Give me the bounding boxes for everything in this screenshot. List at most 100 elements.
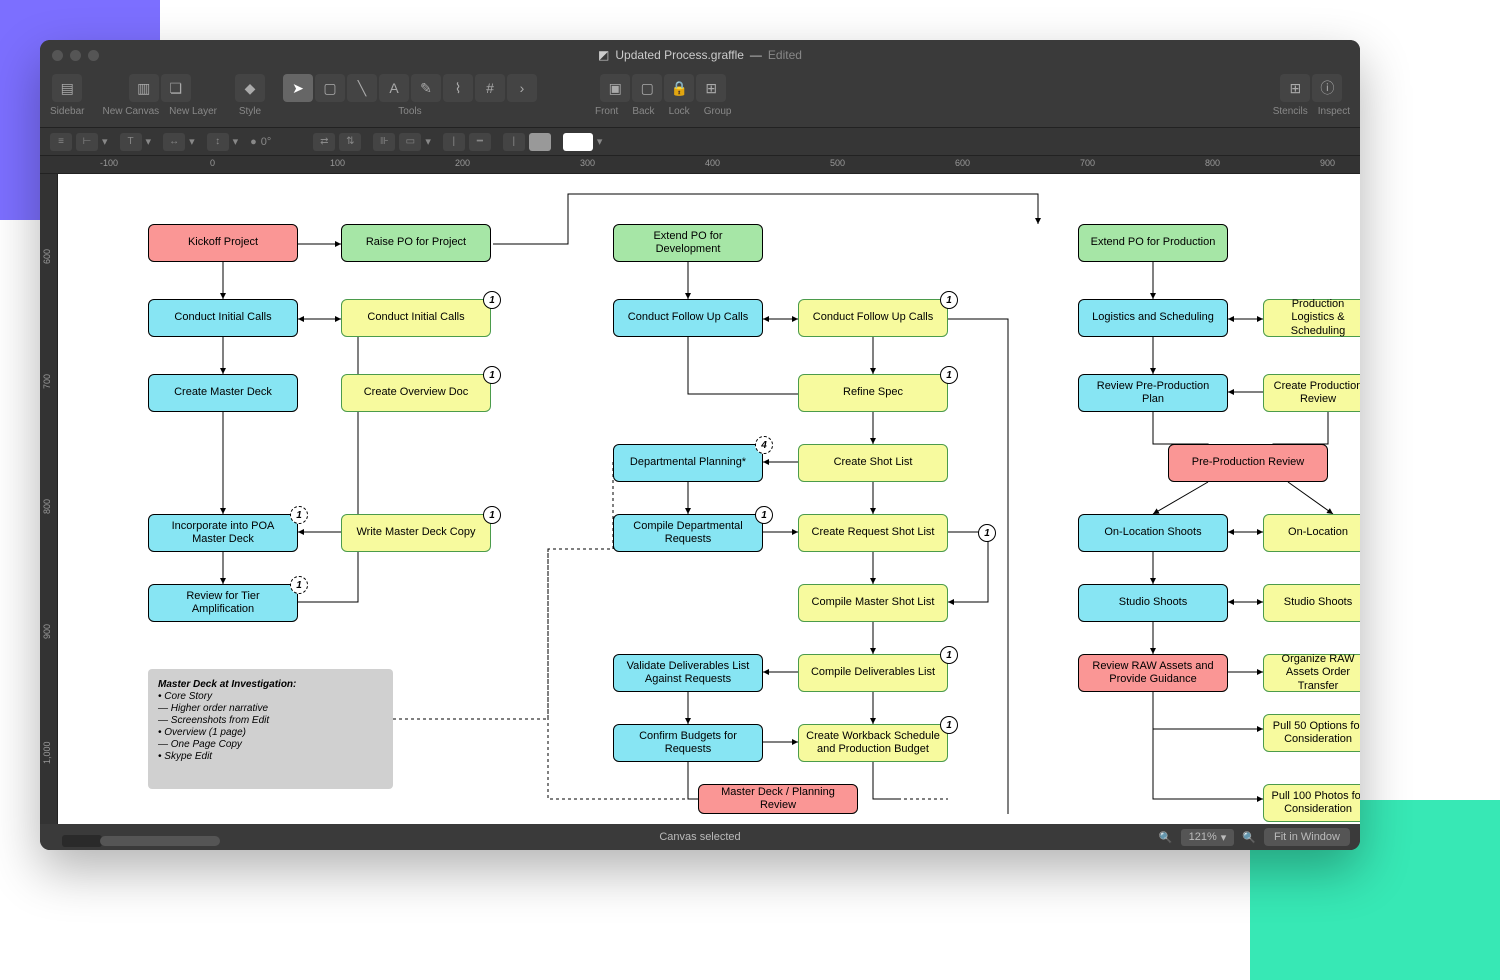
shape-tool-icon[interactable]: ▢ xyxy=(315,74,345,102)
zoom-out-icon[interactable]: 🔍 xyxy=(1159,831,1173,844)
node-req-shot[interactable]: Create Request Shot List xyxy=(798,514,948,552)
badge-1b: 1 xyxy=(483,366,501,384)
new-canvas-icon[interactable]: ▥ xyxy=(129,74,159,102)
zoom-level[interactable]: 121%▾ xyxy=(1181,829,1235,846)
opt-flip-h-icon[interactable]: ⇄ xyxy=(313,133,335,151)
rotation-value: 0° xyxy=(261,136,272,148)
close-icon[interactable] xyxy=(52,50,63,61)
node-pull50[interactable]: Pull 50 Options for Consideration xyxy=(1263,714,1360,752)
scroll-track[interactable] xyxy=(62,835,102,847)
node-refine-spec[interactable]: Refine Spec xyxy=(798,374,948,412)
new-layer-label: New Layer xyxy=(169,106,217,117)
node-kickoff[interactable]: Kickoff Project xyxy=(148,224,298,262)
group-icon[interactable]: ⊞ xyxy=(696,74,726,102)
status-message: Canvas selected xyxy=(659,831,740,843)
node-write-copy[interactable]: Write Master Deck Copy xyxy=(341,514,491,552)
node-raise-po[interactable]: Raise PO for Project xyxy=(341,224,491,262)
node-pull100[interactable]: Pull 100 Photos for Consideration xyxy=(1263,784,1360,822)
node-conduct-calls-c[interactable]: Conduct Initial Calls xyxy=(148,299,298,337)
node-studio-y[interactable]: Studio Shoots xyxy=(1263,584,1360,622)
node-master-shot[interactable]: Compile Master Shot List xyxy=(798,584,948,622)
node-review-raw[interactable]: Review RAW Assets and Provide Guidance xyxy=(1078,654,1228,692)
node-follow-up-c[interactable]: Conduct Follow Up Calls xyxy=(613,299,763,337)
node-overview-doc[interactable]: Create Overview Doc xyxy=(341,374,491,412)
note-master-deck[interactable]: Master Deck at Investigation: • Core Sto… xyxy=(148,669,393,789)
node-studio-c[interactable]: Studio Shoots xyxy=(1078,584,1228,622)
lock-label: Lock xyxy=(669,106,690,117)
badge-1k: 1 xyxy=(940,716,958,734)
node-extend-dev[interactable]: Extend PO for Development xyxy=(613,224,763,262)
opt-flip-v-icon[interactable]: ⇅ xyxy=(339,133,361,151)
node-extend-prod[interactable]: Extend PO for Production xyxy=(1078,224,1228,262)
opt-width-icon[interactable]: ↔ xyxy=(163,133,185,151)
node-validate[interactable]: Validate Deliverables List Against Reque… xyxy=(613,654,763,692)
sidebar-toggle-icon[interactable]: ▤ xyxy=(52,74,82,102)
select-tool-icon[interactable]: ➤ xyxy=(283,74,313,102)
opt-height-icon[interactable]: ↕ xyxy=(207,133,229,151)
node-review-tier[interactable]: Review for Tier Amplification xyxy=(148,584,298,622)
zoom-icon[interactable] xyxy=(88,50,99,61)
node-logistics[interactable]: Logistics and Scheduling xyxy=(1078,299,1228,337)
back-label: Back xyxy=(632,106,654,117)
opt-text-icon[interactable]: T xyxy=(120,133,142,151)
style-icon[interactable]: ◆ xyxy=(235,74,265,102)
diagram-tool-icon[interactable]: ⌇ xyxy=(443,74,473,102)
app-window: ◩ Updated Process.graffle — Edited ▤ Sid… xyxy=(40,40,1360,850)
fit-window-button[interactable]: Fit in Window xyxy=(1264,828,1350,846)
opt-stroke3-icon[interactable]: | xyxy=(503,133,525,151)
expand-tool-icon[interactable]: › xyxy=(507,74,537,102)
node-compile-deliv[interactable]: Compile Deliverables List xyxy=(798,654,948,692)
node-confirm-budget[interactable]: Confirm Budgets for Requests xyxy=(613,724,763,762)
stencils-icon[interactable]: ⊞ xyxy=(1280,74,1310,102)
toolbar: ▤ Sidebar ▥ ❏ New Canvas New Layer ◆ Sty… xyxy=(40,70,1360,128)
node-preprod-review[interactable]: Pre-Production Review xyxy=(1168,444,1328,482)
node-planning-review[interactable]: Master Deck / Planning Review xyxy=(698,784,858,814)
badge-1f: 1 xyxy=(940,291,958,309)
ruler-horizontal: -100 0 100 200 300 400 500 600 700 800 9… xyxy=(40,156,1360,174)
titlebar[interactable]: ◩ Updated Process.graffle — Edited xyxy=(40,40,1360,70)
zoom-in-icon[interactable]: 🔍 xyxy=(1242,831,1256,844)
node-onloc-c[interactable]: On-Location Shoots xyxy=(1078,514,1228,552)
back-icon[interactable]: ▢ xyxy=(632,74,662,102)
new-layer-icon[interactable]: ❏ xyxy=(161,74,191,102)
front-icon[interactable]: ▣ xyxy=(600,74,630,102)
opt-stroke1-icon[interactable]: | xyxy=(443,133,465,151)
node-review-preprod[interactable]: Review Pre-Production Plan xyxy=(1078,374,1228,412)
new-canvas-label: New Canvas xyxy=(102,106,159,117)
scroll-thumb[interactable] xyxy=(100,836,220,846)
node-follow-up-y[interactable]: Conduct Follow Up Calls xyxy=(798,299,948,337)
node-shot-list[interactable]: Create Shot List xyxy=(798,444,948,482)
node-prod-log[interactable]: Production Logistics & Scheduling xyxy=(1263,299,1360,337)
opt-dist-icon[interactable]: ⊪ xyxy=(373,133,395,151)
node-conduct-calls-y[interactable]: Conduct Initial Calls xyxy=(341,299,491,337)
opt-stroke2-icon[interactable]: ━ xyxy=(469,133,491,151)
node-incorporate[interactable]: Incorporate into POA Master Deck xyxy=(148,514,298,552)
opt-color-icon[interactable] xyxy=(529,133,551,151)
stencils-label: Stencils xyxy=(1273,106,1308,117)
node-workback[interactable]: Create Workback Schedule and Production … xyxy=(798,724,948,762)
badge-1i: 1 xyxy=(978,524,996,542)
badge-1j: 1 xyxy=(940,646,958,664)
lock-icon[interactable]: 🔒 xyxy=(664,74,694,102)
badge-1: 1 xyxy=(483,291,501,309)
node-dept-plan[interactable]: Departmental Planning* xyxy=(613,444,763,482)
pen-tool-icon[interactable]: ✎ xyxy=(411,74,441,102)
document-title: Updated Process.graffle xyxy=(615,48,744,62)
node-create-master[interactable]: Create Master Deck xyxy=(148,374,298,412)
line-tool-icon[interactable]: ╲ xyxy=(347,74,377,102)
node-onloc-y[interactable]: On-Location xyxy=(1263,514,1360,552)
opt-align-icon[interactable]: ≡ xyxy=(50,133,72,151)
node-compile-dept[interactable]: Compile Departmental Requests xyxy=(613,514,763,552)
opt-fill-icon[interactable]: ▭ xyxy=(399,133,421,151)
minimize-icon[interactable] xyxy=(70,50,81,61)
node-create-prod-rev[interactable]: Create Production Review xyxy=(1263,374,1360,412)
node-organize-raw[interactable]: Organize RAW Assets Order Transfer xyxy=(1263,654,1360,692)
opt-snap-icon[interactable]: ⊢ xyxy=(76,133,98,151)
badge-1c: 1 xyxy=(290,506,308,524)
text-tool-icon[interactable]: A xyxy=(379,74,409,102)
canvas[interactable]: Kickoff Project Raise PO for Project Con… xyxy=(58,174,1360,824)
options-bar: ≡⊢▾ T▾ ↔▾ ↕▾ ● 0° ⇄⇅ ⊪▭▾ |━ | ▾ xyxy=(40,128,1360,156)
point-tool-icon[interactable]: # xyxy=(475,74,505,102)
opt-fillcolor-icon[interactable] xyxy=(563,133,593,151)
inspect-icon[interactable]: ⓘ xyxy=(1312,74,1342,102)
